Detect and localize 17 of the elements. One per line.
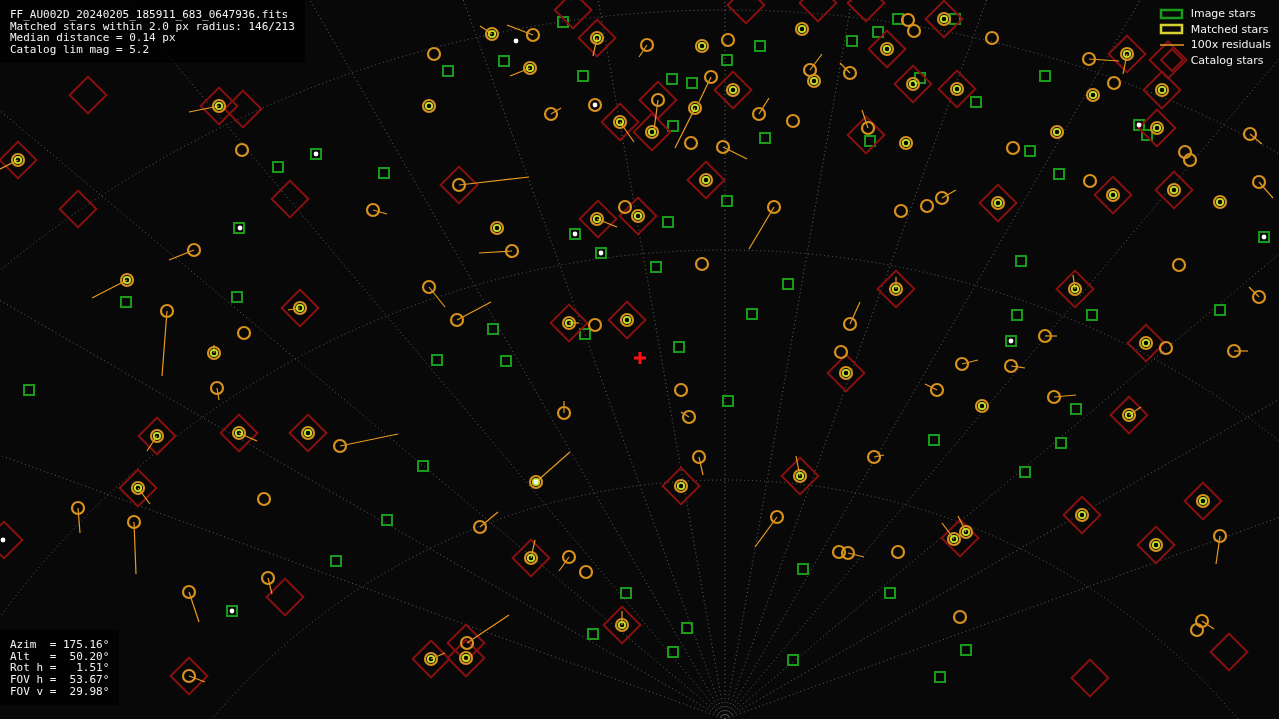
info-line: Matched stars within 2.0 px radius: 146/213 (10, 20, 295, 33)
legend-label: 100x residuals (1190, 38, 1271, 52)
legend-label: Matched stars (1190, 22, 1269, 36)
diamond-icon (1158, 48, 1185, 73)
square-outline-icon (1158, 6, 1185, 21)
legend-label: Catalog stars (1190, 53, 1264, 67)
info-line: Catalog lim mag = 5.2 (10, 44, 150, 56)
info-line: Median distance = 0.14 px (10, 32, 176, 45)
info-line: Azim = 175.16° (10, 639, 110, 651)
line-icon (1158, 43, 1185, 46)
info-line: Rot h = 1.51° (10, 662, 110, 675)
info-line: FOV v = 29.98° (10, 685, 110, 698)
info-line: FF_AU002D_20240205_185911_683_0647936.fits (10, 9, 289, 21)
info-line: Alt = 50.20° (10, 650, 110, 663)
square-outline-icon (1158, 22, 1185, 37)
info-line: FOV h = 53.67° (10, 674, 110, 686)
legend-label: Image stars (1190, 7, 1256, 21)
